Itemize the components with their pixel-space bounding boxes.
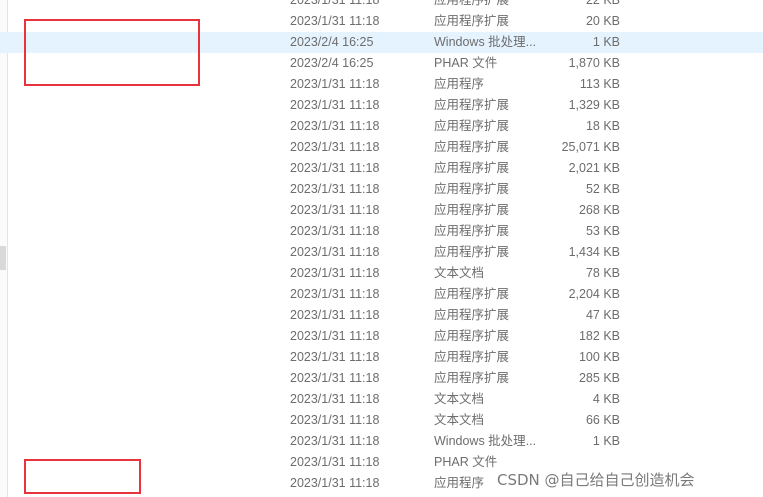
file-type: 文本文档 — [434, 266, 485, 280]
file-row-glib-2-dll[interactable]: glib-2.dll2023/1/31 11:18应用程序扩展1,329 KB — [0, 95, 763, 116]
file-type: 应用程序扩展 — [434, 98, 510, 112]
file-size: 78 KB — [585, 266, 620, 280]
file-type: 应用程序扩展 — [434, 224, 510, 238]
highlight-box-php-exe — [24, 459, 141, 494]
file-row-news-txt[interactable]: news.txt2023/1/31 11:18文本文档66 KB — [0, 410, 763, 431]
file-row-gmodule-2-dll[interactable]: gmodule-2.dll2023/1/31 11:18应用程序扩展18 KB — [0, 116, 763, 137]
file-size: 1,870 KB — [568, 56, 620, 70]
file-modified-date: 2023/1/31 11:18 — [290, 98, 380, 112]
file-type: 应用程序 — [434, 77, 485, 91]
file-modified-date: 2023/2/4 16:25 — [290, 35, 374, 49]
file-modified-date: 2023/1/31 11:18 — [290, 182, 380, 196]
file-size: 113 KB — [579, 77, 620, 91]
file-type: 应用程序扩展 — [434, 350, 510, 364]
file-row-icule57-dll[interactable]: icule57.dll2023/1/31 11:18应用程序扩展268 KB — [0, 200, 763, 221]
file-size: 182 KB — [578, 329, 620, 343]
file-size: 268 KB — [578, 203, 620, 217]
file-row-libenchant-dll[interactable]: libenchant.dll2023/1/31 11:18应用程序扩展47 KB — [0, 305, 763, 326]
file-modified-date: 2023/1/31 11:18 — [290, 413, 380, 427]
file-modified-date: 2023/1/31 11:18 — [290, 266, 380, 280]
file-size: 52 KB — [585, 182, 620, 196]
file-row-libeay32-dll[interactable]: libeay32.dll2023/1/31 11:18应用程序扩展2,204 K… — [0, 284, 763, 305]
file-modified-date: 2023/1/31 11:18 — [290, 371, 380, 385]
file-row-libsasl-dll[interactable]: libsasl.dll2023/1/31 11:18应用程序扩展100 KB — [0, 347, 763, 368]
file-row-libpq-dll[interactable]: libpq.dll2023/1/31 11:18应用程序扩展182 KB — [0, 326, 763, 347]
file-size: 1,434 KB — [568, 245, 620, 259]
file-size: 22 KB — [585, 0, 620, 7]
highlight-box-composer-files — [24, 19, 200, 86]
file-modified-date: 2023/1/31 11:18 — [290, 245, 380, 259]
file-size: 285 KB — [578, 371, 620, 385]
file-size: 18 KB — [585, 119, 620, 133]
watermark: CSDN @自己给自己创造机会 — [497, 471, 695, 489]
file-type: 应用程序扩展 — [434, 245, 510, 259]
file-type: 应用程序扩展 — [434, 329, 510, 343]
file-size: 1 KB — [592, 35, 620, 49]
file-row-icudt57-dll[interactable]: icudt57.dll2023/1/31 11:18应用程序扩展25,071 K… — [0, 137, 763, 158]
file-modified-date: 2023/1/31 11:18 — [290, 140, 380, 154]
file-size: 100 KB — [578, 350, 620, 364]
file-row-api-ms-win-crt-time-l1-1-0-dll[interactable]: api-ms-win-crt-time-l1-1-0.dll2023/1/31 … — [0, 0, 763, 11]
file-type: 应用程序扩展 — [434, 140, 510, 154]
file-size: 47 KB — [585, 308, 620, 322]
file-type: 应用程序扩展 — [434, 182, 510, 196]
file-row-icuin57-dll[interactable]: icuin57.dll2023/1/31 11:18应用程序扩展2,021 KB — [0, 158, 763, 179]
file-modified-date: 2023/1/31 11:18 — [290, 350, 380, 364]
file-type: 应用程序扩展 — [434, 287, 510, 301]
file-type: Windows 批处理... — [434, 434, 537, 448]
file-modified-date: 2023/1/31 11:18 — [290, 434, 380, 448]
file-size: 4 KB — [592, 392, 620, 406]
file-size: 25,071 KB — [561, 140, 620, 154]
file-modified-date: 2023/1/31 11:18 — [290, 161, 380, 175]
file-modified-date: 2023/1/31 11:18 — [290, 14, 380, 28]
file-modified-date: 2023/1/31 11:18 — [290, 455, 380, 469]
file-row-license-txt[interactable]: license.txt2023/1/31 11:18文本文档4 KB — [0, 389, 763, 410]
file-modified-date: 2023/2/4 16:25 — [290, 56, 374, 70]
file-row-libssh2-dll[interactable]: libssh2.dll2023/1/31 11:18应用程序扩展285 KB — [0, 368, 763, 389]
file-row-iculx57-dll[interactable]: iculx57.dll2023/1/31 11:18应用程序扩展53 KB — [0, 221, 763, 242]
file-modified-date: 2023/1/31 11:18 — [290, 77, 380, 91]
file-size: 1,329 KB — [568, 98, 620, 112]
file-row-icuuc57-dll[interactable]: icuuc57.dll2023/1/31 11:18应用程序扩展1,434 KB — [0, 242, 763, 263]
file-modified-date: 2023/1/31 11:18 — [290, 224, 380, 238]
file-modified-date: 2023/1/31 11:18 — [290, 392, 380, 406]
file-modified-date: 2023/1/31 11:18 — [290, 119, 380, 133]
file-row-icuio57-dll[interactable]: icuio57.dll2023/1/31 11:18应用程序扩展52 KB — [0, 179, 763, 200]
file-type: 文本文档 — [434, 392, 485, 406]
file-modified-date: 2023/1/31 11:18 — [290, 329, 380, 343]
file-size: 2,204 KB — [568, 287, 620, 301]
file-modified-date: 2023/1/31 11:18 — [290, 476, 380, 490]
file-type: 应用程序扩展 — [434, 308, 510, 322]
file-type: PHAR 文件 — [434, 56, 498, 70]
file-size: 2,021 KB — [568, 161, 620, 175]
file-row-install-txt[interactable]: install.txt2023/1/31 11:18文本文档78 KB — [0, 263, 763, 284]
file-modified-date: 2023/1/31 11:18 — [290, 287, 380, 301]
file-type: 应用程序扩展 — [434, 119, 510, 133]
file-type: Windows 批处理... — [434, 35, 537, 49]
file-type: 应用程序扩展 — [434, 14, 510, 28]
file-size: 20 KB — [585, 14, 620, 28]
file-modified-date: 2023/1/31 11:18 — [290, 203, 380, 217]
file-type: 文本文档 — [434, 413, 485, 427]
file-modified-date: 2023/1/31 11:18 — [290, 0, 380, 7]
file-type: 应用程序扩展 — [434, 161, 510, 175]
file-type: 应用程序扩展 — [434, 0, 510, 7]
file-size: 1 KB — [592, 434, 620, 448]
file-row-phar-phar-bat[interactable]: phar.phar.bat2023/1/31 11:18Windows 批处理.… — [0, 431, 763, 452]
file-type: 应用程序扩展 — [434, 203, 510, 217]
file-size: 53 KB — [585, 224, 620, 238]
file-modified-date: 2023/1/31 11:18 — [290, 308, 380, 322]
file-size: 66 KB — [585, 413, 620, 427]
file-type: 应用程序扩展 — [434, 371, 510, 385]
